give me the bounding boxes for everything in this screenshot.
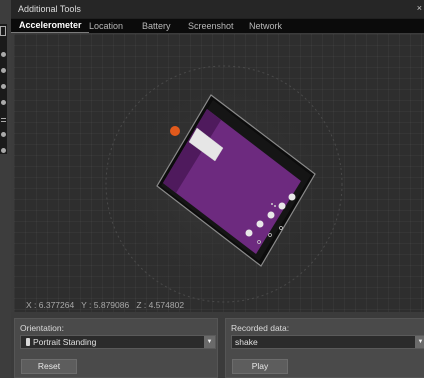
window-icon[interactable] bbox=[0, 26, 6, 36]
app-icon bbox=[278, 202, 286, 210]
app-icon bbox=[256, 220, 264, 228]
additional-tools-window: Additional Tools × Accelerometer Locatio… bbox=[11, 0, 424, 378]
app-icon bbox=[267, 211, 275, 219]
page-indicator-dot bbox=[274, 205, 276, 207]
app-icon bbox=[245, 229, 253, 237]
tab-network[interactable]: Network bbox=[249, 21, 282, 31]
power-icon[interactable] bbox=[1, 52, 6, 57]
recorded-data-panel: Recorded data: shake ▼ Play bbox=[225, 318, 424, 378]
phone-icon bbox=[26, 338, 30, 346]
menu-icon-line bbox=[1, 121, 6, 122]
chevron-down-icon[interactable]: ▼ bbox=[204, 336, 215, 348]
close-icon[interactable]: × bbox=[417, 3, 422, 13]
more-icon[interactable] bbox=[1, 148, 6, 153]
readout-z: Z : 4.574802 bbox=[136, 300, 185, 310]
readout-y: Y : 5.879086 bbox=[81, 300, 130, 310]
volume-up-icon[interactable] bbox=[1, 68, 6, 73]
emulator-mini-toolbar bbox=[0, 24, 7, 154]
readout-x: X : 6.377264 bbox=[26, 300, 75, 310]
device-render bbox=[105, 65, 343, 303]
app-icon bbox=[288, 193, 296, 201]
volume-down-icon[interactable] bbox=[1, 84, 6, 89]
tab-bar: Accelerometer Location Battery Screensho… bbox=[11, 19, 424, 33]
menu-icon[interactable] bbox=[1, 118, 6, 119]
controls-area: Orientation: Portrait Standing ▼ Reset R… bbox=[11, 312, 424, 378]
host-sidebar-strip bbox=[0, 0, 11, 378]
active-tab-indicator bbox=[11, 32, 89, 33]
chevron-down-icon[interactable]: ▼ bbox=[415, 336, 424, 348]
orientation-value: Portrait Standing bbox=[33, 337, 97, 347]
recorded-data-label: Recorded data: bbox=[231, 323, 290, 333]
accelerometer-readout: X : 6.377264 Y : 5.879086 Z : 4.574802 bbox=[26, 300, 184, 310]
tab-location[interactable]: Location bbox=[89, 21, 123, 31]
window-title: Additional Tools bbox=[18, 4, 81, 14]
rotation-handle-icon[interactable] bbox=[170, 126, 180, 136]
tab-battery[interactable]: Battery bbox=[142, 21, 171, 31]
orientation-panel: Orientation: Portrait Standing ▼ Reset bbox=[14, 318, 218, 378]
tab-accelerometer[interactable]: Accelerometer bbox=[19, 20, 82, 30]
camera-icon[interactable] bbox=[1, 132, 6, 137]
play-button[interactable]: Play bbox=[232, 359, 288, 374]
accelerometer-3d-view[interactable]: X : 6.377264 Y : 5.879086 Z : 4.574802 bbox=[14, 34, 424, 312]
orientation-select[interactable]: Portrait Standing ▼ bbox=[20, 335, 216, 349]
reset-button[interactable]: Reset bbox=[21, 359, 77, 374]
page-indicator-dot bbox=[271, 203, 273, 205]
orientation-label: Orientation: bbox=[20, 323, 64, 333]
rotate-icon[interactable] bbox=[1, 100, 6, 105]
tab-screenshot[interactable]: Screenshot bbox=[188, 21, 234, 31]
recorded-data-value: shake bbox=[235, 337, 258, 347]
recorded-data-select[interactable]: shake ▼ bbox=[231, 335, 424, 349]
title-bar: Additional Tools × bbox=[11, 0, 424, 19]
